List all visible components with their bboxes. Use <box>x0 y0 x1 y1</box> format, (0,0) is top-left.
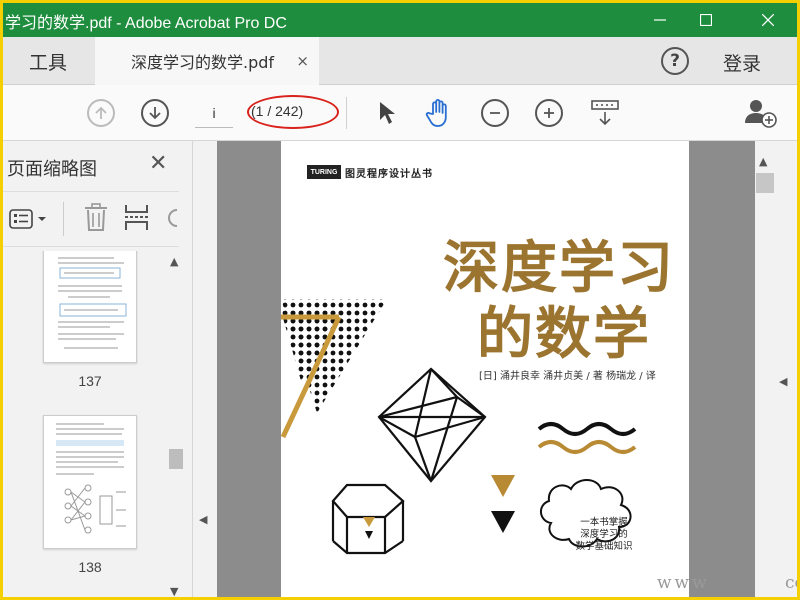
maximize-icon <box>700 14 712 26</box>
close-icon <box>762 14 774 26</box>
page-thumbnails-panel: 页面缩略图 ✕ 137 138 ▲ ▼ ◀ <box>3 141 207 597</box>
scroll-down-icon[interactable]: ▼ <box>170 585 178 597</box>
chevron-down-icon <box>38 217 46 221</box>
page-thumbnail-preview <box>56 423 126 534</box>
minimize-icon <box>654 19 666 21</box>
scroll-up-icon[interactable]: ▲ <box>170 255 178 268</box>
maximize-button[interactable] <box>683 3 729 37</box>
panel-toolbar <box>3 191 179 247</box>
panel-toolbar-divider <box>63 202 64 236</box>
tab-document[interactable]: 深度学习的数学.pdf × <box>95 37 319 85</box>
series-name: 图灵程序设计丛书 <box>345 169 433 180</box>
scroll-thumb[interactable] <box>756 173 774 193</box>
fit-page-button[interactable] <box>587 95 623 131</box>
hand-tool-button[interactable] <box>421 95 457 131</box>
previous-page-button[interactable] <box>87 99 115 127</box>
thumbnail-list: 137 138 <box>3 251 183 597</box>
badge-line: 深度学习的 <box>580 529 628 540</box>
panel-title: 页面缩略图 <box>7 159 97 180</box>
list-options-icon <box>9 209 33 229</box>
document-scrollbar[interactable]: ▲ <box>755 151 775 597</box>
login-button[interactable]: 登录 <box>723 49 761 76</box>
window-title: 学习的数学.pdf - Adobe Acrobat Pro DC <box>5 15 287 32</box>
tab-bar: 工具 深度学习的数学.pdf × ? 登录 <box>3 37 797 85</box>
share-user-button[interactable] <box>743 95 779 131</box>
pdf-page: TURING 图灵程序设计丛书 深度学习 的数学 [日] 涌井良幸 涌井贞美 /… <box>281 141 689 597</box>
page-thumbnail-preview <box>58 257 127 349</box>
panel-close-button[interactable]: ✕ <box>149 151 167 176</box>
zoom-in-button[interactable] <box>535 99 563 127</box>
cover-badge-text: 一本书掌握 深度学习的 数学基础知识 <box>561 517 647 553</box>
select-tool-button[interactable] <box>369 95 405 131</box>
page-number-input[interactable] <box>195 98 233 128</box>
badge-line: 一本书掌握 <box>580 517 628 528</box>
watermark: www <box>657 573 710 593</box>
add-user-icon <box>745 100 777 128</box>
hand-icon <box>425 99 447 127</box>
delete-page-button[interactable] <box>83 202 109 236</box>
scroll-thumb[interactable] <box>169 449 183 469</box>
toolbar-divider <box>346 97 347 129</box>
options-dropdown[interactable] <box>9 206 53 232</box>
extract-page-button[interactable] <box>123 202 151 236</box>
help-button[interactable]: ? <box>661 47 689 75</box>
document-view[interactable]: TURING 图灵程序设计丛书 深度学习 的数学 [日] 涌井良幸 涌井贞美 /… <box>217 141 755 597</box>
acrobat-window: 学习的数学.pdf - Adobe Acrobat Pro DC 工具 深度学习… <box>0 0 800 600</box>
toolbar: (1 / 242) <box>3 85 797 141</box>
rotate-page-button[interactable] <box>165 202 179 236</box>
next-page-button[interactable] <box>141 99 169 127</box>
plus-icon <box>544 108 554 118</box>
scroll-up-icon[interactable]: ▲ <box>759 155 767 168</box>
publisher-logo: TURING <box>307 165 341 179</box>
close-window-button[interactable] <box>745 3 791 37</box>
tab-tools[interactable]: 工具 <box>3 37 93 85</box>
thumbnail-label: 138 <box>78 559 102 575</box>
expand-right-panel-icon[interactable]: ◀ <box>779 375 787 388</box>
collapse-panel-icon[interactable]: ◀ <box>199 513 207 526</box>
cover-authors: [日] 涌井良幸 涌井贞美 / 著 杨瑞龙 / 译 <box>479 371 656 382</box>
minimize-button[interactable] <box>637 3 683 37</box>
tab-document-label: 深度学习的数学.pdf <box>131 53 275 72</box>
arrow-down-icon <box>149 107 161 120</box>
page-thumbnail[interactable] <box>43 251 137 363</box>
highlight-annotation <box>247 95 339 129</box>
cursor-icon <box>380 102 395 124</box>
right-panel-strip: ▲ ◀ <box>755 141 797 597</box>
fit-page-icon <box>591 100 619 126</box>
rotate-icon <box>168 209 178 227</box>
tab-close-button[interactable]: × <box>296 52 309 70</box>
title-bar: 学习的数学.pdf - Adobe Acrobat Pro DC <box>3 3 797 37</box>
trash-icon <box>85 203 107 231</box>
watermark: com <box>785 573 797 593</box>
thumbnail-label: 137 <box>78 373 102 389</box>
thumbnail-scrollbar[interactable]: ▲ ▼ <box>167 253 183 597</box>
zoom-out-button[interactable] <box>481 99 509 127</box>
cover-title-line2: 的数学 <box>477 302 651 367</box>
arrow-up-icon <box>95 106 107 119</box>
minus-icon <box>490 112 500 114</box>
badge-line: 数学基础知识 <box>575 541 633 552</box>
extract-icon <box>125 205 149 230</box>
page-thumbnail[interactable] <box>43 415 137 549</box>
